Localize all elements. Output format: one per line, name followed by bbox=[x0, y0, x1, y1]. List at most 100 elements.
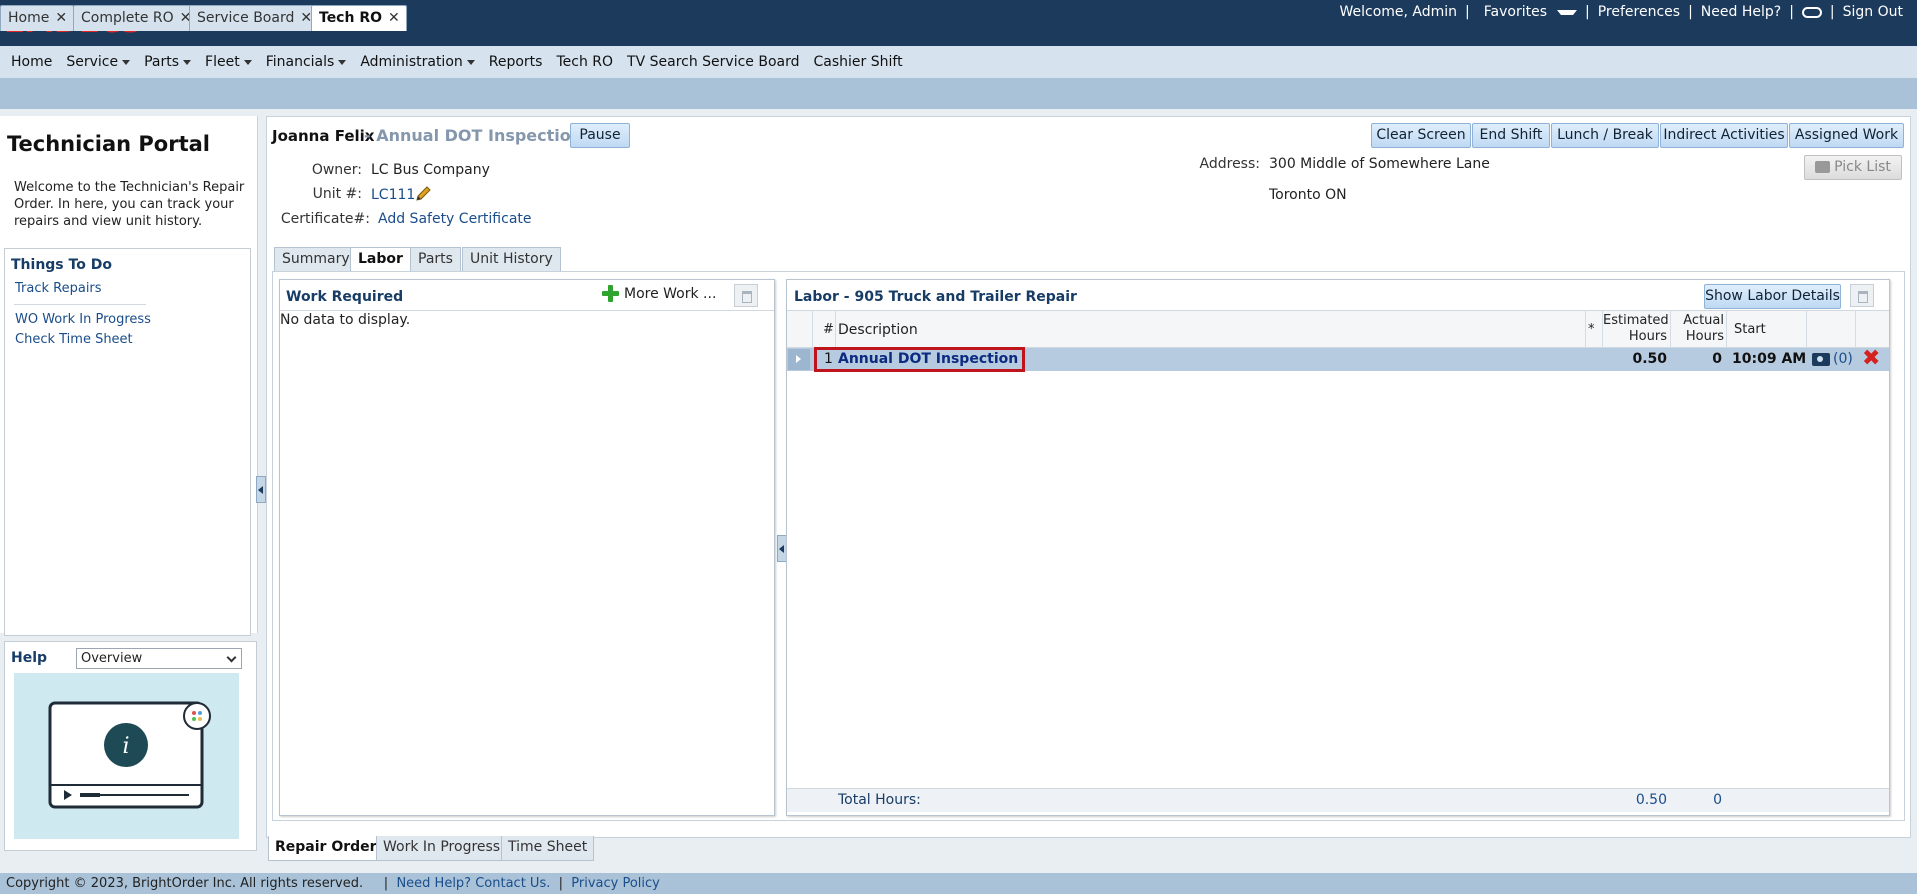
col-star: * bbox=[1588, 322, 1595, 337]
tab-time-sheet[interactable]: Time Sheet bbox=[501, 836, 595, 861]
col-description[interactable]: Description bbox=[838, 322, 918, 338]
row-start-time: 10:09 AM bbox=[1732, 351, 1807, 367]
add-icon bbox=[602, 285, 619, 302]
owner-value: LC Bus Company bbox=[371, 162, 490, 178]
col-actual-line1: Actual bbox=[1683, 313, 1724, 328]
privacy-policy-link[interactable]: Privacy Policy bbox=[571, 876, 660, 891]
separator: | bbox=[1585, 4, 1590, 20]
owner-label: Owner: bbox=[311, 162, 362, 178]
track-repairs-link[interactable]: Track Repairs bbox=[15, 281, 102, 296]
menu-service[interactable]: Service bbox=[59, 54, 137, 70]
separator: | bbox=[1688, 4, 1693, 20]
wo-work-in-progress-link[interactable]: WO Work In Progress bbox=[15, 312, 151, 327]
chevron-down-icon bbox=[338, 59, 347, 65]
expand-row-icon[interactable] bbox=[788, 349, 810, 370]
row-actual-hours: 0 bbox=[1712, 351, 1722, 367]
help-video-thumbnail[interactable]: i bbox=[14, 673, 239, 839]
tab-work-in-progress[interactable]: Work In Progress bbox=[376, 836, 508, 861]
assigned-work-button[interactable]: Assigned Work bbox=[1789, 123, 1904, 148]
pick-list-label: Pick List bbox=[1834, 159, 1891, 175]
clear-screen-button[interactable]: Clear Screen bbox=[1371, 123, 1471, 148]
page-tab-label: Tech RO bbox=[319, 10, 383, 26]
preferences-link[interactable]: Preferences bbox=[1592, 4, 1686, 20]
tab-labor[interactable]: Labor bbox=[350, 247, 411, 272]
current-job-title: - Annual DOT Inspection bbox=[364, 126, 583, 145]
pick-list-button[interactable]: Pick List bbox=[1804, 155, 1902, 180]
sign-out-link[interactable]: Sign Out bbox=[1837, 4, 1909, 20]
col-estimated-hours[interactable]: Estimated Hours bbox=[1603, 313, 1669, 345]
menu-tech-ro[interactable]: Tech RO bbox=[549, 54, 620, 70]
contact-us-link[interactable]: Need Help? Contact Us. bbox=[396, 876, 550, 891]
photo-count-link[interactable]: (0) bbox=[1833, 351, 1853, 367]
menu-home[interactable]: Home bbox=[4, 54, 59, 70]
menu-tv-search-service-board[interactable]: TV Search Service Board bbox=[620, 54, 806, 70]
menu-parts[interactable]: Parts bbox=[137, 54, 198, 70]
menu-fleet[interactable]: Fleet bbox=[198, 54, 259, 70]
chevron-down-icon bbox=[243, 59, 252, 65]
menu-administration[interactable]: Administration bbox=[353, 54, 481, 70]
welcome-text: Welcome, Admin bbox=[1339, 4, 1458, 20]
menu-financials[interactable]: Financials bbox=[259, 54, 354, 70]
page-tab-complete-ro[interactable]: Complete RO ✕ bbox=[73, 5, 199, 31]
things-to-do-box bbox=[4, 248, 251, 636]
address-line1: 300 Middle of Somewhere Lane bbox=[1269, 156, 1490, 172]
delete-work-button[interactable] bbox=[734, 284, 758, 307]
more-work-button[interactable]: More Work ... bbox=[602, 285, 716, 302]
page-tab-tech-ro[interactable]: Tech RO ✕ bbox=[311, 5, 407, 31]
toggle-icon bbox=[1801, 6, 1822, 18]
page-tab-label: Complete RO bbox=[81, 10, 174, 26]
tab-summary[interactable]: Summary bbox=[274, 247, 358, 271]
end-shift-button[interactable]: End Shift bbox=[1472, 123, 1550, 148]
tab-unit-history[interactable]: Unit History bbox=[462, 247, 561, 271]
check-time-sheet-link[interactable]: Check Time Sheet bbox=[15, 332, 133, 347]
edit-pencil-icon[interactable] bbox=[414, 185, 432, 207]
indirect-activities-button[interactable]: Indirect Activities bbox=[1660, 123, 1788, 148]
selected-row-highlight bbox=[814, 347, 1025, 372]
close-icon[interactable]: ✕ bbox=[388, 10, 400, 26]
separator: | bbox=[554, 876, 568, 891]
trash-icon bbox=[1858, 291, 1868, 303]
collapse-left-panel-handle[interactable] bbox=[256, 476, 266, 503]
printer-icon bbox=[1815, 161, 1831, 173]
tab-repair-order[interactable]: Repair Order bbox=[268, 836, 384, 861]
lunch-break-button[interactable]: Lunch / Break bbox=[1551, 123, 1659, 148]
page-tab-home[interactable]: Home ✕ bbox=[0, 5, 75, 31]
labor-panel-title: Labor - 905 Truck and Trailer Repair bbox=[794, 289, 1077, 305]
row-estimated-hours: 0.50 bbox=[1632, 351, 1667, 367]
add-safety-certificate-link[interactable]: Add Safety Certificate bbox=[378, 211, 532, 227]
delete-row-icon[interactable]: ✖ bbox=[1862, 347, 1880, 371]
chat-toggle[interactable] bbox=[1796, 4, 1828, 20]
top-links: Welcome, Admin | Favorites | Preferences… bbox=[1333, 4, 1909, 20]
delete-labor-button[interactable] bbox=[1850, 284, 1874, 307]
separator: | bbox=[367, 876, 393, 891]
favorites-menu[interactable]: Favorites bbox=[1472, 4, 1583, 20]
page-tab-label: Service Board bbox=[197, 10, 295, 26]
close-icon[interactable]: ✕ bbox=[55, 10, 67, 26]
menu-reports[interactable]: Reports bbox=[482, 54, 550, 70]
footer: Copyright © 2023, BrightOrder Inc. All r… bbox=[0, 873, 1917, 894]
camera-icon[interactable] bbox=[1812, 353, 1830, 366]
show-labor-details-button[interactable]: Show Labor Details bbox=[1704, 284, 1841, 309]
svg-text:i: i bbox=[122, 734, 129, 759]
menu-financials-label: Financials bbox=[265, 54, 335, 70]
page-tab-strip bbox=[0, 78, 1917, 109]
menu-cashier-shift[interactable]: Cashier Shift bbox=[807, 54, 910, 70]
divider bbox=[14, 304, 146, 305]
tab-parts[interactable]: Parts bbox=[410, 247, 461, 271]
col-estimated-line2: Hours bbox=[1628, 329, 1667, 344]
portal-description: Welcome to the Technician's Repair Order… bbox=[14, 180, 245, 229]
page-tab-service-board[interactable]: Service Board ✕ bbox=[189, 5, 320, 31]
col-actual-hours[interactable]: Actual Hours bbox=[1672, 313, 1724, 345]
copyright-text: Copyright © 2023, BrightOrder Inc. All r… bbox=[6, 876, 364, 891]
need-help-link[interactable]: Need Help? bbox=[1695, 4, 1787, 20]
menu-administration-label: Administration bbox=[360, 54, 463, 70]
col-start[interactable]: Start bbox=[1734, 322, 1766, 338]
pause-button[interactable]: Pause bbox=[570, 123, 630, 148]
page-tab-label: Home bbox=[8, 10, 50, 26]
things-to-do-title: Things To Do bbox=[11, 257, 112, 273]
work-required-panel bbox=[279, 279, 775, 816]
unit-link[interactable]: LC111 bbox=[371, 187, 415, 203]
video-info-icon: i bbox=[48, 701, 211, 809]
help-topic-select[interactable]: Overview bbox=[76, 648, 242, 669]
certificate-label: Certificate#: bbox=[280, 211, 370, 227]
